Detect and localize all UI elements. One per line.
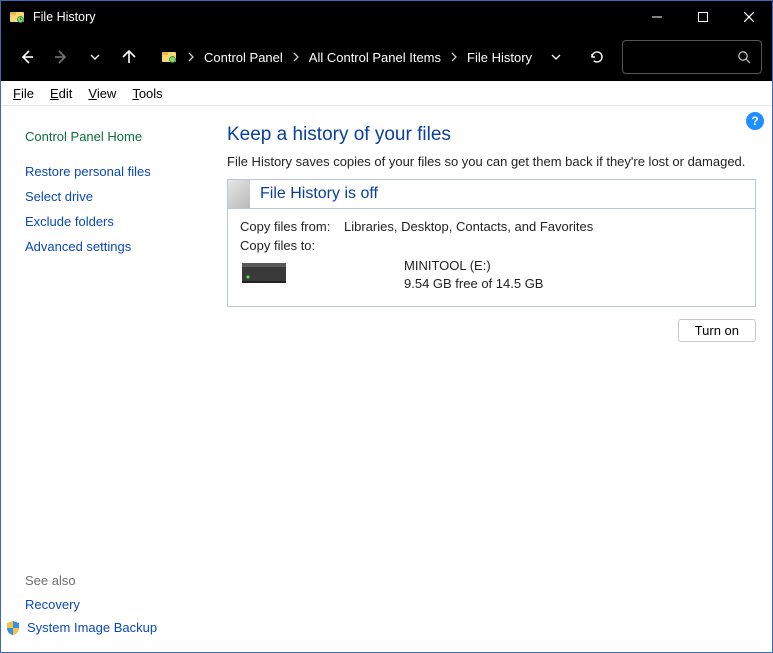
refresh-button[interactable] — [580, 40, 614, 74]
status-panel-body: Copy files from: Libraries, Desktop, Con… — [228, 209, 755, 306]
maximize-icon — [698, 12, 708, 22]
window-title: File History — [33, 10, 634, 24]
address-icon — [154, 49, 184, 65]
file-history-window: File History — [0, 0, 773, 653]
menu-edit[interactable]: Edit — [42, 84, 80, 103]
chevron-right-icon[interactable] — [289, 52, 303, 62]
page-heading: Keep a history of your files — [227, 124, 756, 146]
chevron-down-icon — [550, 51, 562, 63]
minimize-button[interactable] — [634, 1, 680, 33]
page-subtitle: File History saves copies of your files … — [227, 154, 756, 169]
close-button[interactable] — [726, 1, 772, 33]
titlebar: File History — [1, 1, 772, 33]
back-button[interactable] — [11, 41, 43, 73]
sidebar-system-image-backup[interactable]: System Image Backup — [27, 617, 157, 638]
forward-button[interactable] — [45, 41, 77, 73]
navigation-bar: Control Panel All Control Panel Items Fi… — [1, 33, 772, 81]
see-also-label: See also — [25, 567, 211, 592]
chevron-right-icon[interactable] — [447, 52, 461, 62]
recent-locations-button[interactable] — [79, 41, 111, 73]
minimize-icon — [652, 12, 662, 22]
drive-icon — [240, 257, 288, 287]
maximize-button[interactable] — [680, 1, 726, 33]
arrow-right-icon — [53, 49, 69, 65]
search-icon — [737, 50, 751, 64]
body: ? Control Panel Home Restore personal fi… — [1, 106, 772, 652]
sidebar-restore-personal-files[interactable]: Restore personal files — [25, 159, 211, 184]
arrow-up-icon — [121, 49, 137, 65]
breadcrumb-control-panel[interactable]: Control Panel — [198, 41, 289, 73]
sidebar-exclude-folders[interactable]: Exclude folders — [25, 209, 211, 234]
status-panel-header: File History is off — [228, 180, 755, 209]
arrow-left-icon — [19, 49, 35, 65]
refresh-icon — [589, 49, 605, 65]
sidebar-select-drive[interactable]: Select drive — [25, 184, 211, 209]
drive-icon-wrap — [240, 257, 344, 287]
sidebar-recovery[interactable]: Recovery — [25, 592, 211, 617]
status-title: File History is off — [250, 181, 388, 207]
copy-from-value: Libraries, Desktop, Contacts, and Favori… — [344, 219, 743, 234]
breadcrumb-all-items[interactable]: All Control Panel Items — [303, 41, 447, 73]
address-bar[interactable]: Control Panel All Control Panel Items Fi… — [153, 40, 572, 74]
copy-to-label: Copy files to: — [240, 238, 344, 253]
menubar: File Edit View Tools — [1, 81, 772, 106]
up-button[interactable] — [113, 41, 145, 73]
menu-tools[interactable]: Tools — [124, 84, 170, 103]
turn-on-button[interactable]: Turn on — [678, 319, 756, 342]
chevron-down-icon — [89, 51, 101, 63]
address-dropdown[interactable] — [541, 51, 571, 63]
menu-file[interactable]: File — [5, 84, 42, 103]
status-panel: File History is off Copy files from: Lib… — [227, 179, 756, 307]
shield-icon — [5, 620, 21, 636]
search-input[interactable] — [622, 40, 762, 74]
drive-space: 9.54 GB free of 14.5 GB — [404, 275, 543, 293]
copy-from-label: Copy files from: — [240, 219, 344, 234]
main-content: Keep a history of your files File Histor… — [211, 106, 772, 652]
chevron-right-icon[interactable] — [184, 52, 198, 62]
sidebar-control-panel-home[interactable]: Control Panel Home — [25, 124, 211, 149]
menu-view[interactable]: View — [80, 84, 124, 103]
sidebar: Control Panel Home Restore personal file… — [1, 106, 211, 652]
status-swatch — [228, 180, 250, 208]
drive-name: MINITOOL (E:) — [404, 257, 543, 275]
sidebar-advanced-settings[interactable]: Advanced settings — [25, 234, 211, 259]
app-icon — [9, 9, 25, 25]
close-icon — [744, 12, 754, 22]
breadcrumb-file-history[interactable]: File History — [461, 41, 538, 73]
window-controls — [634, 1, 772, 33]
